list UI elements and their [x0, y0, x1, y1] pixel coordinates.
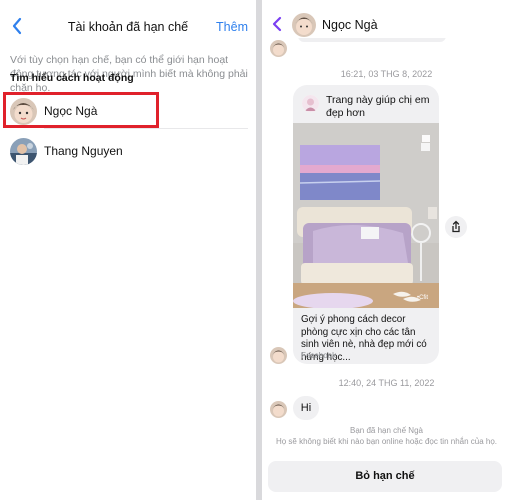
left-header: Tài khoản đã hạn chế Thêm: [0, 0, 256, 44]
chat-screen: Ngọc Ngà 16:21, 03 THG 8, 2022 Trang này…: [262, 0, 511, 500]
unrestrict-button[interactable]: Bỏ hạn chế: [268, 461, 502, 492]
page-avatar: [302, 95, 319, 112]
row-divider: [44, 128, 248, 129]
avatar: [270, 40, 287, 57]
avatar: [270, 347, 287, 364]
restricted-notice-desc: Họ sẽ không biết khi nào bạn online hoặc…: [275, 437, 498, 446]
restricted-user-row[interactable]: Thang Nguyen: [0, 132, 256, 172]
message-timestamp: 16:21, 03 THG 8, 2022: [340, 69, 433, 79]
share-button[interactable]: [445, 216, 467, 238]
share-icon: [452, 220, 460, 233]
post-page-name: Trang này giúp chị em đẹp hơn: [326, 94, 430, 119]
message-bubble[interactable]: Hi: [293, 396, 319, 420]
chat-header: Ngọc Ngà: [262, 0, 511, 38]
restricted-notice-title: Bạn đã hạn chế Ngà: [350, 426, 423, 435]
avatar: [270, 401, 287, 418]
restricted-footer: Bạn đã hạn chế Ngà Họ sẽ không biết khi …: [262, 420, 511, 500]
chevron-left-icon[interactable]: [271, 15, 283, 33]
post-source: Facebook: [301, 351, 337, 360]
highlight-box: [3, 92, 159, 128]
avatar[interactable]: [292, 13, 316, 37]
post-photo: •Cfit: [293, 123, 439, 308]
message-timestamp: 12:40, 24 THG 11, 2022: [338, 378, 435, 388]
contact-name[interactable]: Ngọc Ngà: [322, 18, 378, 32]
photo-badge: •Cfit: [417, 295, 428, 301]
add-button[interactable]: Thêm: [216, 20, 248, 34]
restricted-accounts-screen: Tài khoản đã hạn chế Thêm Với tùy chọn h…: [0, 0, 256, 500]
avatar: [10, 138, 37, 165]
learn-more-link[interactable]: Tìm hiểu cách hoạt động: [10, 72, 134, 84]
shared-post-card[interactable]: Trang này giúp chị em đẹp hơn •Cfit Gợi …: [293, 85, 439, 364]
user-name: Thang Nguyen: [44, 144, 123, 158]
